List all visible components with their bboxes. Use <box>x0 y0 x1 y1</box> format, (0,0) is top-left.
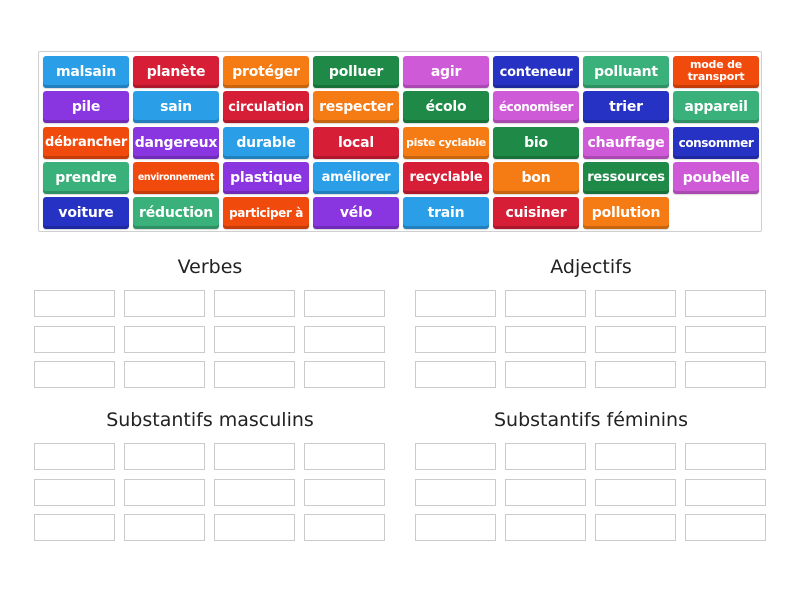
word-tile[interactable]: polluant <box>583 56 669 88</box>
drop-slot-verbes[interactable] <box>304 290 385 317</box>
drop-slot-adjectifs[interactable] <box>505 361 586 388</box>
word-tile[interactable]: ressources <box>583 161 669 194</box>
drop-slot-substantifs-feminins[interactable] <box>595 514 676 541</box>
drop-slot-verbes[interactable] <box>124 361 205 388</box>
drop-slot-substantifs-feminins[interactable] <box>685 478 766 506</box>
word-tile[interactable]: piste cyclable <box>403 126 489 159</box>
word-tile[interactable]: agir <box>403 56 489 88</box>
word-tile[interactable]: participer à <box>223 197 309 230</box>
word-tile[interactable]: durable <box>223 126 309 159</box>
drop-slot-substantifs-feminins[interactable] <box>685 514 766 541</box>
drop-slot-substantifs-masculins[interactable] <box>124 514 205 541</box>
drop-slot-substantifs-feminins[interactable] <box>415 478 496 506</box>
drop-slot-substantifs-masculins[interactable] <box>304 478 385 506</box>
drop-slot-verbes[interactable] <box>304 325 385 353</box>
word-tile[interactable]: voiture <box>43 197 129 230</box>
drop-slot-substantifs-masculins[interactable] <box>304 514 385 541</box>
word-tile[interactable]: sain <box>133 91 219 124</box>
word-tile[interactable]: vélo <box>313 197 399 230</box>
drop-slot-adjectifs[interactable] <box>595 325 676 353</box>
word-tile[interactable]: appareil <box>673 91 759 124</box>
drop-slot-substantifs-feminins[interactable] <box>685 443 766 470</box>
group-title-substantifs-feminins: Substantifs féminins <box>494 409 688 431</box>
word-tile[interactable]: bon <box>493 161 579 194</box>
drop-slot-substantifs-masculins[interactable] <box>214 443 295 470</box>
word-tile[interactable]: consommer <box>673 126 759 159</box>
drop-slot-substantifs-masculins[interactable] <box>34 514 115 541</box>
word-tile[interactable]: trier <box>583 91 669 124</box>
word-tile[interactable]: planète <box>133 56 219 88</box>
word-tile[interactable]: conteneur <box>493 56 579 88</box>
drop-slot-verbes[interactable] <box>34 325 115 353</box>
drop-slot-adjectifs[interactable] <box>415 290 496 317</box>
drop-slot-substantifs-feminins[interactable] <box>505 443 586 470</box>
drop-slot-verbes[interactable] <box>34 361 115 388</box>
word-tile[interactable]: chauffage <box>583 126 669 159</box>
drop-slot-verbes[interactable] <box>34 290 115 317</box>
drop-slot-verbes[interactable] <box>214 325 295 353</box>
word-tile[interactable]: pile <box>43 91 129 124</box>
word-tile[interactable]: malsain <box>43 56 129 88</box>
drop-slot-substantifs-feminins[interactable] <box>505 514 586 541</box>
drop-slot-adjectifs[interactable] <box>685 361 766 388</box>
drop-slot-adjectifs[interactable] <box>505 290 586 317</box>
word-tile[interactable]: bio <box>493 126 579 159</box>
word-tile[interactable]: plastique <box>223 161 309 194</box>
word-tile[interactable]: environnement <box>133 161 219 194</box>
drop-slot-adjectifs[interactable] <box>685 325 766 353</box>
drop-slot-substantifs-feminins[interactable] <box>415 514 496 541</box>
drop-slot-verbes[interactable] <box>214 290 295 317</box>
drop-slot-adjectifs[interactable] <box>415 325 496 353</box>
word-tile[interactable]: poubelle <box>673 161 759 194</box>
word-tile[interactable]: cuisiner <box>493 197 579 230</box>
word-tile[interactable]: réduction <box>133 197 219 230</box>
word-tile[interactable]: local <box>313 126 399 159</box>
word-tile[interactable]: dangereux <box>133 126 219 159</box>
word-tile[interactable]: écolo <box>403 91 489 124</box>
word-tile[interactable]: économiser <box>493 91 579 124</box>
drop-slot-substantifs-masculins[interactable] <box>304 443 385 470</box>
drop-slot-substantifs-masculins[interactable] <box>34 478 115 506</box>
group-title-verbes: Verbes <box>177 256 243 278</box>
drop-slot-verbes[interactable] <box>304 361 385 388</box>
drop-slot-substantifs-feminins[interactable] <box>415 443 496 470</box>
group-title-adjectifs: Adjectifs <box>550 256 632 278</box>
drop-slot-verbes[interactable] <box>124 325 205 353</box>
word-tile[interactable]: protéger <box>223 56 309 88</box>
drop-slot-substantifs-feminins[interactable] <box>505 478 586 506</box>
word-tile[interactable]: train <box>403 197 489 230</box>
word-tile[interactable]: améliorer <box>313 161 399 194</box>
drop-slot-adjectifs[interactable] <box>505 325 586 353</box>
drop-slot-adjectifs[interactable] <box>415 361 496 388</box>
word-tile[interactable]: mode de transport <box>673 56 759 88</box>
word-tile[interactable]: circulation <box>223 91 309 124</box>
word-tile[interactable]: respecter <box>313 91 399 124</box>
drop-slot-verbes[interactable] <box>214 361 295 388</box>
word-tile[interactable]: recyclable <box>403 161 489 194</box>
drop-slot-verbes[interactable] <box>124 290 205 317</box>
drop-slot-substantifs-masculins[interactable] <box>124 443 205 470</box>
word-tile[interactable]: polluer <box>313 56 399 88</box>
drop-slot-adjectifs[interactable] <box>685 290 766 317</box>
word-tile[interactable]: pollution <box>583 197 669 230</box>
word-tile[interactable]: prendre <box>43 161 129 194</box>
drop-slot-substantifs-masculins[interactable] <box>34 443 115 470</box>
drop-slot-substantifs-masculins[interactable] <box>124 478 205 506</box>
drop-slot-substantifs-masculins[interactable] <box>214 514 295 541</box>
drop-slot-substantifs-feminins[interactable] <box>595 478 676 506</box>
drop-slot-substantifs-masculins[interactable] <box>214 478 295 506</box>
drop-slot-adjectifs[interactable] <box>595 361 676 388</box>
drop-slot-adjectifs[interactable] <box>595 290 676 317</box>
group-title-substantifs-masculins: Substantifs masculins <box>106 409 314 431</box>
word-tile-tray: malsain planète protéger polluer agir contene… <box>38 51 762 232</box>
drop-slot-substantifs-feminins[interactable] <box>595 443 676 470</box>
word-tile[interactable]: débrancher <box>43 126 129 159</box>
